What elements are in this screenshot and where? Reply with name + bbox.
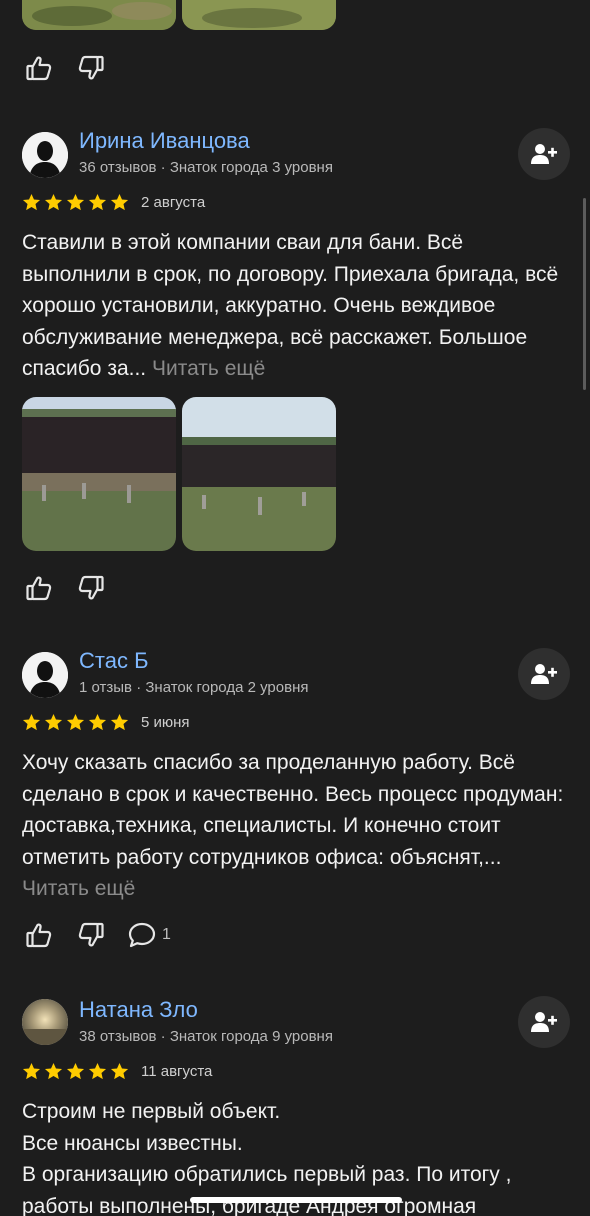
- author-name[interactable]: Ирина Иванцова: [79, 128, 250, 154]
- star-icon: [110, 193, 129, 211]
- home-indicator[interactable]: [190, 1197, 402, 1203]
- photo-gallery-prev: [22, 0, 336, 30]
- rating-row: 5 июня: [22, 713, 190, 732]
- follow-button[interactable]: [518, 648, 570, 700]
- thumbs-up-icon: [26, 576, 52, 601]
- star-icon: [44, 1062, 63, 1080]
- thumbs-down-icon: [78, 55, 104, 80]
- thumbs-up-icon: [26, 56, 52, 81]
- review-text-line: Все нюансы известны.: [22, 1131, 243, 1155]
- star-rating: [22, 1062, 129, 1081]
- star-icon: [44, 193, 63, 211]
- review-actions: [24, 573, 106, 603]
- star-rating: [22, 713, 129, 732]
- default-user-icon: [22, 132, 68, 178]
- like-button[interactable]: [24, 920, 54, 950]
- review-text-body: Хочу сказать спасибо за проделанную рабо…: [22, 751, 564, 869]
- dislike-button[interactable]: [76, 53, 106, 83]
- star-icon: [88, 193, 107, 211]
- review-text-line: В организацию обратились первый раз. По …: [22, 1163, 512, 1186]
- star-icon: [66, 193, 85, 211]
- review-photo[interactable]: [22, 397, 176, 551]
- review-text: Ставили в этой компании сваи для бани. В…: [22, 227, 572, 385]
- review-date: 2 августа: [141, 194, 206, 211]
- avatar[interactable]: [22, 999, 68, 1045]
- add-user-icon: [531, 664, 557, 684]
- add-user-icon: [531, 144, 557, 164]
- review-photo[interactable]: [182, 0, 336, 30]
- review-actions: [24, 53, 106, 83]
- star-icon: [110, 1062, 129, 1080]
- review-text: Хочу сказать спасибо за проделанную рабо…: [22, 747, 572, 905]
- follow-button[interactable]: [518, 128, 570, 180]
- author-name[interactable]: Стас Б: [79, 648, 149, 674]
- star-icon: [22, 1062, 41, 1080]
- read-more-link[interactable]: Читать ещё: [22, 877, 135, 900]
- follow-button[interactable]: [518, 996, 570, 1048]
- star-rating: [22, 193, 129, 212]
- avatar[interactable]: [22, 132, 68, 178]
- default-user-icon: [22, 652, 68, 698]
- scrollbar[interactable]: [583, 198, 586, 390]
- dislike-button[interactable]: [76, 920, 106, 950]
- user-photo-icon: [22, 999, 68, 1045]
- star-icon: [44, 713, 63, 731]
- review-actions: 1: [24, 920, 171, 950]
- add-user-icon: [531, 1012, 557, 1032]
- avatar[interactable]: [22, 652, 68, 698]
- thumbs-down-icon: [78, 575, 104, 600]
- star-icon: [66, 1062, 85, 1080]
- dislike-button[interactable]: [76, 573, 106, 603]
- photo-gallery: [22, 397, 336, 551]
- read-more-link[interactable]: Читать ещё: [152, 357, 265, 380]
- comments-button[interactable]: 1: [128, 921, 171, 949]
- review-photo[interactable]: [22, 0, 176, 30]
- review-text-body: Ставили в этой компании сваи для бани. В…: [22, 231, 559, 380]
- review-date: 11 августа: [141, 1063, 213, 1080]
- thumbs-up-icon: [26, 923, 52, 948]
- star-icon: [66, 713, 85, 731]
- like-button[interactable]: [24, 53, 54, 83]
- review-photo[interactable]: [182, 397, 336, 551]
- star-icon: [22, 193, 41, 211]
- star-icon: [22, 713, 41, 731]
- author-meta: 1 отзыв · Знаток города 2 уровня: [79, 679, 309, 696]
- review-text-line: работы выполнены, бригаде Андрея огромна…: [22, 1194, 477, 1216]
- like-button[interactable]: [24, 573, 54, 603]
- author-name[interactable]: Натана Зло: [79, 997, 198, 1023]
- star-icon: [88, 1062, 107, 1080]
- author-meta: 38 отзывов · Знаток города 9 уровня: [79, 1028, 333, 1045]
- comments-count: 1: [162, 926, 171, 943]
- review-text-line: Строим не первый объект.: [22, 1100, 281, 1123]
- review-date: 5 июня: [141, 714, 190, 731]
- star-icon: [110, 713, 129, 731]
- author-meta: 36 отзывов · Знаток города 3 уровня: [79, 159, 333, 176]
- rating-row: 11 августа: [22, 1062, 212, 1081]
- comment-icon: [128, 922, 156, 948]
- thumbs-down-icon: [78, 922, 104, 947]
- star-icon: [88, 713, 107, 731]
- rating-row: 2 августа: [22, 193, 205, 212]
